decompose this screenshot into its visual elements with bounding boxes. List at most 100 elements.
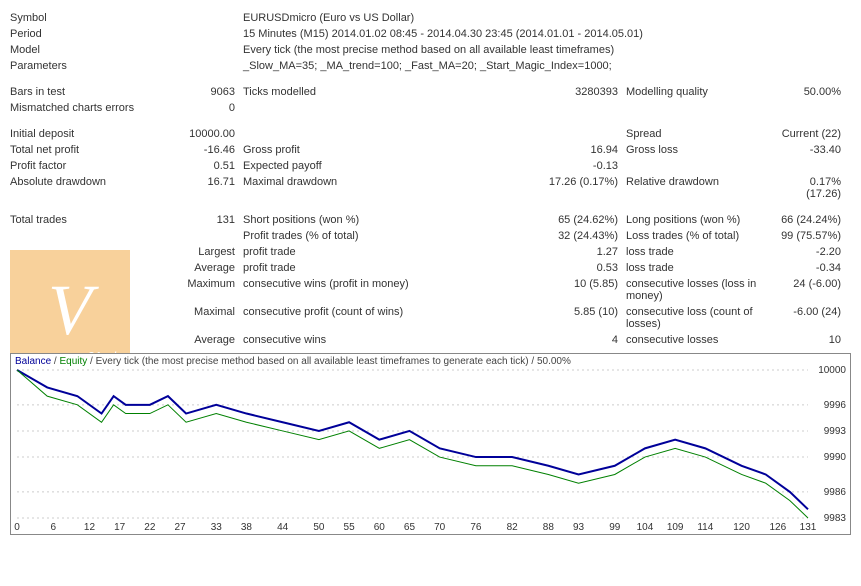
svg-text:9993: 9993 (824, 426, 847, 437)
label-bars-in-test: Bars in test (10, 86, 140, 98)
value-profit-factor: 0.51 (140, 160, 235, 172)
row-bars: Bars in test 9063 Ticks modelled 3280393… (10, 84, 851, 100)
svg-text:126: 126 (769, 522, 786, 532)
svg-text:38: 38 (241, 522, 253, 532)
svg-text:50: 50 (313, 522, 325, 532)
row-symbol: Symbol EURUSDmicro (Euro vs US Dollar) (10, 10, 851, 26)
label-avg-cl: consecutive losses (618, 334, 781, 346)
svg-text:76: 76 (470, 522, 482, 532)
label-profit-trades: Profit trades (% of total) (235, 230, 473, 242)
label-mismatched: Mismatched charts errors (10, 102, 140, 114)
value-parameters: _Slow_MA=35; _MA_trend=100; _Fast_MA=20;… (235, 60, 851, 72)
label-ticks-modelled: Ticks modelled (235, 86, 473, 98)
svg-text:93: 93 (573, 522, 585, 532)
label-initial-deposit: Initial deposit (10, 128, 140, 140)
label-avg-pt: profit trade (235, 262, 473, 274)
value-total-trades: 131 (140, 214, 235, 226)
label-parameters: Parameters (10, 60, 140, 72)
svg-text:70: 70 (434, 522, 446, 532)
svg-text:27: 27 (174, 522, 186, 532)
row-total-trades: Total trades 131 Short positions (won %)… (10, 212, 851, 228)
row-profit-trades: Profit trades (% of total) 32 (24.43%) L… (10, 228, 851, 244)
value-gross-profit: 16.94 (473, 144, 618, 156)
label-max-cw: consecutive wins (profit in money) (235, 278, 473, 302)
label-gross-loss: Gross loss (618, 144, 781, 156)
svg-text:22: 22 (144, 522, 156, 532)
value-mismatched: 0 (140, 102, 235, 114)
row-profit-factor: Profit factor 0.51 Expected payoff -0.13 (10, 158, 851, 174)
label-max-dd: Maximal drawdown (235, 176, 473, 200)
label-largest: Largest (140, 246, 235, 258)
value-max-cw: 10 (5.85) (473, 278, 618, 302)
chart-svg: 9983998699909993999610000061217222733384… (11, 354, 850, 532)
label-max-cl: consecutive losses (loss in money) (618, 278, 781, 302)
svg-text:9983: 9983 (824, 513, 847, 524)
value-spread: Current (22) (781, 128, 851, 140)
label-modelling-quality: Modelling quality (618, 86, 781, 98)
svg-text:10000: 10000 (818, 365, 846, 376)
row-average-cons: Average consecutive wins 4 consecutive l… (10, 332, 851, 348)
legend-rest: Every tick (the most precise method base… (96, 356, 571, 367)
row-largest: Largest profit trade 1.27 loss trade -2.… (10, 244, 851, 260)
row-maximum: Maximum consecutive wins (profit in mone… (10, 276, 851, 304)
label-model: Model (10, 44, 140, 56)
value-short-pos: 65 (24.62%) (473, 214, 618, 226)
svg-text:17: 17 (114, 522, 126, 532)
row-drawdown: Absolute drawdown 16.71 Maximal drawdown… (10, 174, 851, 202)
svg-text:9996: 9996 (824, 400, 847, 411)
value-loss-trades: 99 (75.57%) (781, 230, 851, 242)
row-maximal: Maximal consecutive profit (count of win… (10, 304, 851, 332)
label-loss-trades: Loss trades (% of total) (618, 230, 781, 242)
svg-text:9986: 9986 (824, 487, 847, 498)
value-bars-in-test: 9063 (140, 86, 235, 98)
value-period: 15 Minutes (M15) 2014.01.02 08:45 - 2014… (235, 28, 851, 40)
value-modelling-quality: 50.00% (781, 86, 851, 98)
label-period: Period (10, 28, 140, 40)
value-largest-lt: -2.20 (781, 246, 851, 258)
row-average-trade: Average profit trade 0.53 loss trade -0.… (10, 260, 851, 276)
label-net-profit: Total net profit (10, 144, 140, 156)
value-initial-deposit: 10000.00 (140, 128, 235, 140)
label-maximal-cp: consecutive profit (count of wins) (235, 306, 473, 330)
label-largest-lt: loss trade (618, 246, 781, 258)
svg-text:6: 6 (50, 522, 56, 532)
label-total-trades: Total trades (10, 214, 140, 226)
value-abs-dd: 16.71 (140, 176, 235, 200)
label-maximal-cl: consecutive loss (count of losses) (618, 306, 781, 330)
label-avg-lt: loss trade (618, 262, 781, 274)
label-avg2: Average (140, 334, 235, 346)
row-model: Model Every tick (the most precise metho… (10, 42, 851, 58)
svg-text:44: 44 (277, 522, 289, 532)
svg-text:60: 60 (374, 522, 386, 532)
value-avg-lt: -0.34 (781, 262, 851, 274)
row-initial-deposit: Initial deposit 10000.00 Spread Current … (10, 126, 851, 142)
svg-text:0: 0 (14, 522, 20, 532)
label-long-pos: Long positions (won %) (618, 214, 781, 226)
label-short-pos: Short positions (won %) (235, 214, 473, 226)
legend-balance: Balance (15, 356, 51, 367)
label-expected-payoff: Expected payoff (235, 160, 473, 172)
value-rel-dd: 0.17% (17.26) (781, 176, 851, 200)
row-net-profit: Total net profit -16.46 Gross profit 16.… (10, 142, 851, 158)
value-avg-cw: 4 (473, 334, 618, 346)
label-symbol: Symbol (10, 12, 140, 24)
value-net-profit: -16.46 (140, 144, 235, 156)
value-maximal-cl: -6.00 (24) (781, 306, 851, 330)
label-spread: Spread (618, 128, 781, 140)
label-rel-dd: Relative drawdown (618, 176, 781, 200)
row-parameters: Parameters _Slow_MA=35; _MA_trend=100; _… (10, 58, 851, 74)
legend-equity: Equity (59, 356, 87, 367)
value-expected-payoff: -0.13 (473, 160, 618, 172)
row-period: Period 15 Minutes (M15) 2014.01.02 08:45… (10, 26, 851, 42)
value-max-cl: 24 (-6.00) (781, 278, 851, 302)
svg-text:55: 55 (344, 522, 356, 532)
svg-text:109: 109 (667, 522, 684, 532)
svg-text:88: 88 (543, 522, 555, 532)
svg-text:99: 99 (609, 522, 621, 532)
value-maximal-cp: 5.85 (10) (473, 306, 618, 330)
label-maximum: Maximum (140, 278, 235, 302)
label-abs-dd: Absolute drawdown (10, 176, 140, 200)
row-mismatched: Mismatched charts errors 0 (10, 100, 851, 116)
label-largest-pt: profit trade (235, 246, 473, 258)
value-model: Every tick (the most precise method base… (235, 44, 851, 56)
